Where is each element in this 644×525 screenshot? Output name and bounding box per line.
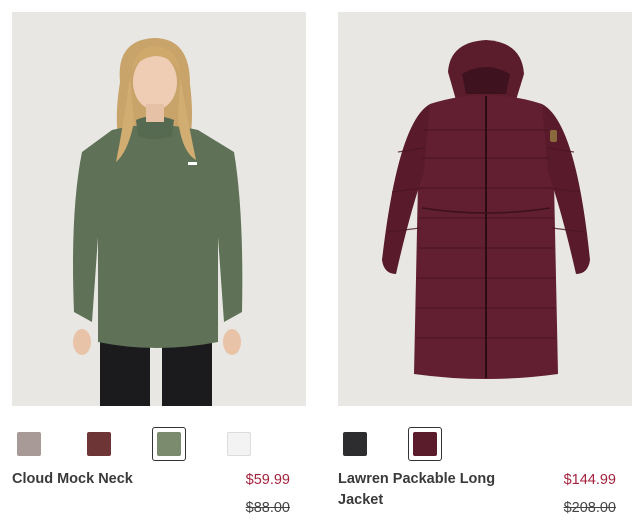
product-image-lawren-jacket[interactable] (338, 12, 632, 406)
sale-price: $59.99 (245, 472, 290, 488)
swatch-chip (157, 432, 181, 456)
swatch-taupe[interactable] (12, 427, 46, 461)
color-swatches (12, 427, 306, 461)
swatch-burgundy-selected[interactable] (408, 427, 442, 461)
product-image-cloud-mock-neck[interactable] (12, 12, 306, 406)
product-name[interactable]: Lawren Packable Long Jacket (338, 469, 538, 511)
swatch-chip (343, 432, 367, 456)
product-name[interactable]: Cloud Mock Neck (12, 469, 212, 490)
swatch-chip (227, 432, 251, 456)
swatch-black[interactable] (338, 427, 372, 461)
swatch-sage-green-selected[interactable] (152, 427, 186, 461)
original-price: $208.00 (563, 500, 616, 516)
sale-price: $144.99 (563, 472, 616, 488)
swatch-burgundy[interactable] (82, 427, 116, 461)
model-green-sweatshirt-image (12, 12, 306, 406)
color-swatches (338, 427, 632, 461)
swatch-white[interactable] (222, 427, 256, 461)
swatch-chip (87, 432, 111, 456)
swatch-chip (17, 432, 41, 456)
original-price: $88.00 (245, 500, 290, 516)
burgundy-long-puffer-image (338, 12, 632, 406)
swatch-chip (413, 432, 437, 456)
